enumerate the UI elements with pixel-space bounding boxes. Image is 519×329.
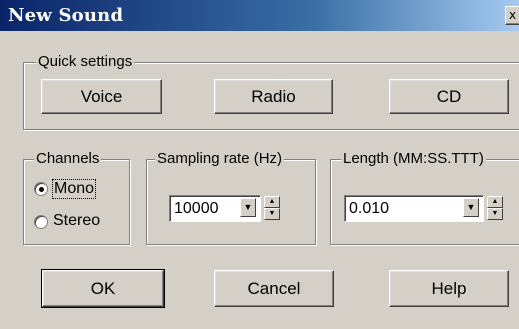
chevron-down-icon[interactable]: ▼	[240, 198, 256, 217]
length-combo[interactable]: 0.010 ▼	[344, 195, 484, 222]
radio-selected-dot-icon	[39, 187, 44, 192]
close-icon: x	[509, 8, 517, 22]
stereo-radio[interactable]: Stereo	[34, 212, 119, 233]
voice-button[interactable]: Voice	[41, 79, 162, 114]
sampling-rate-spinner[interactable]: ▲ ▼	[264, 196, 280, 220]
arrow-down-icon[interactable]: ▼	[487, 208, 503, 220]
cancel-button[interactable]: Cancel	[214, 270, 334, 307]
radio-button[interactable]: Radio	[214, 79, 333, 114]
stereo-label: Stereo	[53, 212, 101, 229]
length-value: 0.010	[349, 200, 390, 217]
radio-circle-icon	[34, 215, 48, 229]
window-title: New Sound	[8, 5, 124, 26]
sampling-rate-combo[interactable]: 10000 ▼	[169, 195, 261, 222]
title-bar[interactable]: New Sound x	[0, 0, 519, 31]
ok-button[interactable]: OK	[41, 269, 165, 308]
cd-button[interactable]: CD	[389, 79, 509, 114]
new-sound-dialog: New Sound x Quick settings Voice Radio C…	[0, 0, 519, 329]
radio-circle-icon	[34, 182, 48, 196]
arrow-up-icon[interactable]: ▲	[487, 196, 503, 208]
mono-label: Mono	[52, 179, 97, 199]
arrow-down-icon[interactable]: ▼	[264, 208, 280, 220]
length-spinner[interactable]: ▲ ▼	[487, 196, 503, 220]
quick-settings-label: Quick settings	[36, 53, 135, 70]
channels-label: Channels	[34, 150, 102, 167]
chevron-down-icon[interactable]: ▼	[463, 198, 479, 217]
sampling-rate-label: Sampling rate (Hz)	[155, 150, 285, 167]
arrow-up-icon[interactable]: ▲	[264, 196, 280, 208]
length-label: Length (MM:SS.TTT)	[341, 150, 486, 167]
help-button[interactable]: Help	[389, 270, 509, 307]
mono-radio[interactable]: Mono	[34, 179, 119, 200]
close-button[interactable]: x	[505, 6, 519, 25]
sampling-rate-value: 10000	[174, 200, 219, 217]
